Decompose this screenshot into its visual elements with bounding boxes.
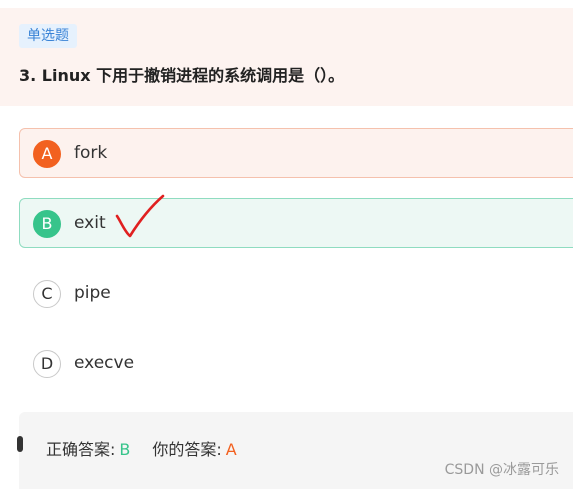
option-a-letter: A <box>33 140 61 168</box>
option-b[interactable]: B exit <box>19 198 573 248</box>
question-type-badge: 单选题 <box>19 24 77 48</box>
correct-answer-label: 正确答案: <box>46 440 116 459</box>
your-answer-value: A <box>225 440 237 459</box>
check-icon <box>115 194 165 238</box>
option-a[interactable]: A fork <box>19 128 573 178</box>
option-a-text: fork <box>74 143 108 163</box>
option-b-text: exit <box>74 213 106 233</box>
option-d-text: execve <box>74 353 135 373</box>
question-text: 3. Linux 下用于撤销进程的系统调用是（）。 <box>19 66 345 85</box>
correct-answer-value: B <box>119 440 131 459</box>
question-header: 单选题 3. Linux 下用于撤销进程的系统调用是（）。 <box>0 8 573 106</box>
your-answer-label: 你的答案: <box>152 440 222 459</box>
quiz-page: 单选题 3. Linux 下用于撤销进程的系统调用是（）。 A fork B e… <box>0 0 573 489</box>
option-d[interactable]: D execve <box>19 338 573 388</box>
option-c-text: pipe <box>74 283 111 303</box>
option-c-letter: C <box>33 280 61 308</box>
option-c[interactable]: C pipe <box>19 268 573 318</box>
option-b-letter: B <box>33 210 61 238</box>
watermark: CSDN @冰露可乐 <box>444 462 559 478</box>
answer-marker <box>17 436 23 452</box>
option-d-letter: D <box>33 350 61 378</box>
answer-summary: 正确答案: B 你的答案: A <box>46 436 237 460</box>
